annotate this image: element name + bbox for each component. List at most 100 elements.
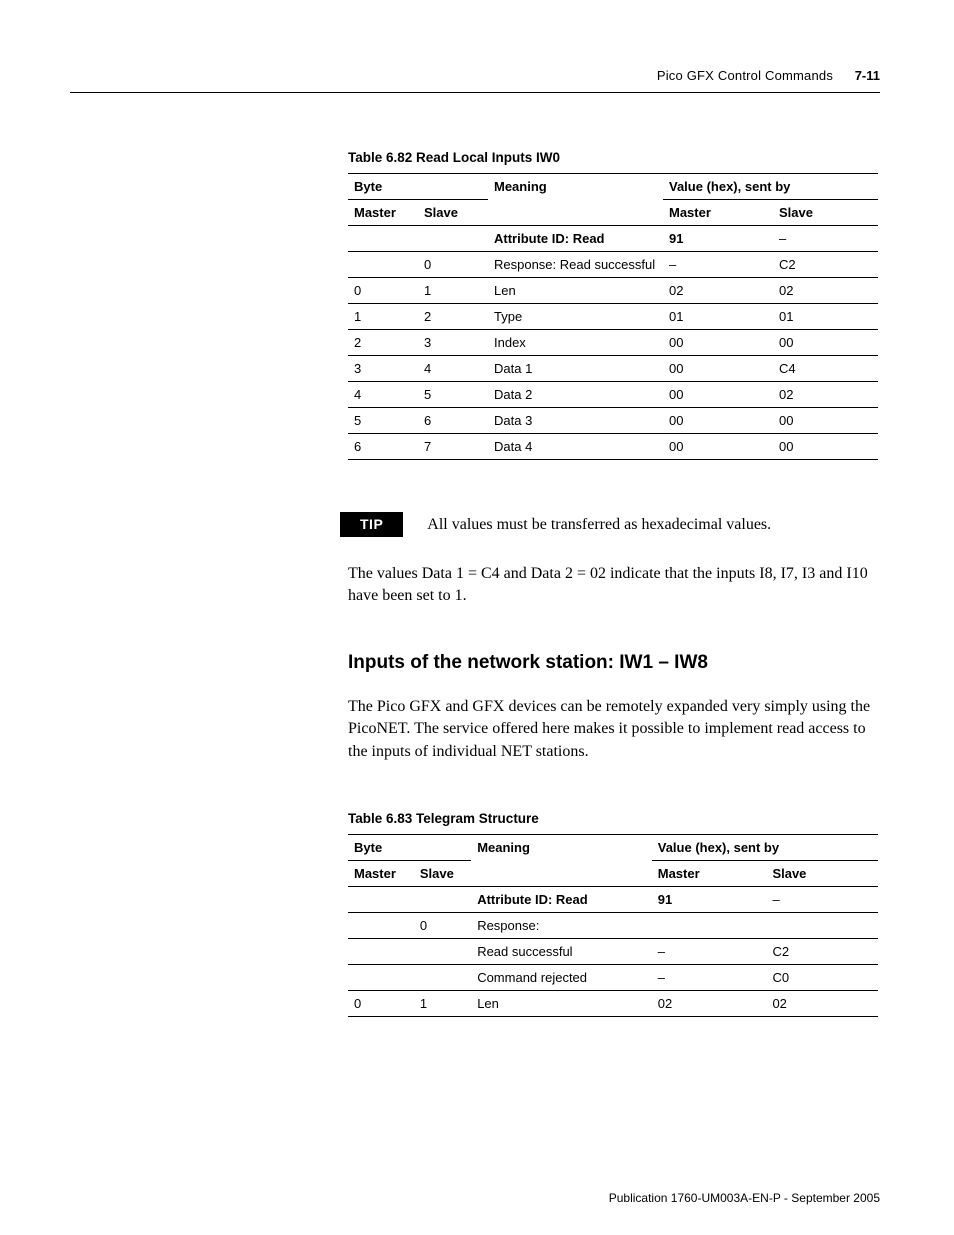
cell: 00 (773, 408, 878, 434)
table-row: 3 4 Data 1 00 C4 (348, 356, 878, 382)
cell (348, 912, 414, 938)
cell (652, 912, 767, 938)
table2-caption: Table 6.83 Telegram Structure (348, 811, 880, 826)
cell (418, 226, 488, 252)
cell: 2 (348, 330, 418, 356)
cell (348, 252, 418, 278)
cell: 02 (766, 990, 878, 1016)
cell: 00 (663, 330, 773, 356)
cell: 02 (652, 990, 767, 1016)
cell: Type (488, 304, 663, 330)
table-row: Attribute ID: Read 91 – (348, 886, 878, 912)
cell: Read successful (471, 938, 652, 964)
table-row: Byte Meaning Value (hex), sent by (348, 834, 878, 860)
cell: 0 (348, 990, 414, 1016)
table-row: 2 3 Index 00 00 (348, 330, 878, 356)
cell: C2 (773, 252, 878, 278)
cell (348, 938, 414, 964)
table-row: 0 1 Len 02 02 (348, 278, 878, 304)
cell (414, 886, 471, 912)
th-meaning: Meaning (471, 834, 652, 886)
cell (348, 226, 418, 252)
table-telegram-structure: Byte Meaning Value (hex), sent by Master… (348, 834, 878, 1017)
th-slave: Slave (418, 200, 488, 226)
th-slave: Slave (414, 860, 471, 886)
table-row: 4 5 Data 2 00 02 (348, 382, 878, 408)
cell: 0 (348, 278, 418, 304)
cell: Data 4 (488, 434, 663, 460)
cell: 4 (418, 356, 488, 382)
th-master: Master (348, 200, 418, 226)
table-row: Command rejected – C0 (348, 964, 878, 990)
cell: 2 (418, 304, 488, 330)
th-byte: Byte (348, 834, 471, 860)
cell (766, 912, 878, 938)
cell: 91 (663, 226, 773, 252)
cell: 00 (773, 434, 878, 460)
cell: 6 (418, 408, 488, 434)
table-row: Byte Meaning Value (hex), sent by (348, 174, 878, 200)
table-row: Read successful – C2 (348, 938, 878, 964)
cell: C0 (766, 964, 878, 990)
cell: – (652, 938, 767, 964)
tip-block: TIP All values must be transferred as he… (340, 512, 880, 537)
cell: Len (471, 990, 652, 1016)
cell: 00 (663, 382, 773, 408)
cell: 00 (663, 434, 773, 460)
th-value: Value (hex), sent by (663, 174, 878, 200)
cell: 91 (652, 886, 767, 912)
table-row: 1 2 Type 01 01 (348, 304, 878, 330)
th-master: Master (348, 860, 414, 886)
table-read-local-inputs: Byte Meaning Value (hex), sent by Master… (348, 173, 878, 460)
cell: – (766, 886, 878, 912)
cell: Data 2 (488, 382, 663, 408)
cell: 1 (414, 990, 471, 1016)
cell: 0 (418, 252, 488, 278)
cell: 4 (348, 382, 418, 408)
publication-footer: Publication 1760-UM003A-EN-P - September… (609, 1191, 880, 1205)
body-paragraph: The values Data 1 = C4 and Data 2 = 02 i… (348, 563, 880, 608)
cell: – (773, 226, 878, 252)
cell (348, 964, 414, 990)
table-row: Attribute ID: Read 91 – (348, 226, 878, 252)
cell: Attribute ID: Read (488, 226, 663, 252)
cell: Response: (471, 912, 652, 938)
cell: C2 (766, 938, 878, 964)
cell: Data 1 (488, 356, 663, 382)
th-meaning: Meaning (488, 174, 663, 226)
cell: Data 3 (488, 408, 663, 434)
body-paragraph: The Pico GFX and GFX devices can be remo… (348, 696, 880, 763)
th-vslave: Slave (773, 200, 878, 226)
cell: 3 (348, 356, 418, 382)
cell: Index (488, 330, 663, 356)
th-vmaster: Master (663, 200, 773, 226)
cell: 02 (663, 278, 773, 304)
cell: 6 (348, 434, 418, 460)
cell: 00 (773, 330, 878, 356)
table-row: 0 1 Len 02 02 (348, 990, 878, 1016)
th-value: Value (hex), sent by (652, 834, 878, 860)
cell: C4 (773, 356, 878, 382)
cell: 0 (414, 912, 471, 938)
cell: 1 (418, 278, 488, 304)
cell: 7 (418, 434, 488, 460)
cell: 01 (663, 304, 773, 330)
section-heading: Inputs of the network station: IW1 – IW8 (348, 652, 880, 674)
cell: 5 (348, 408, 418, 434)
cell: 02 (773, 278, 878, 304)
cell: 00 (663, 408, 773, 434)
table1-caption: Table 6.82 Read Local Inputs IW0 (348, 150, 880, 165)
th-byte: Byte (348, 174, 488, 200)
cell: 5 (418, 382, 488, 408)
table-row: 6 7 Data 4 00 00 (348, 434, 878, 460)
cell: Response: Read successful (488, 252, 663, 278)
cell: 02 (773, 382, 878, 408)
cell: – (652, 964, 767, 990)
cell (414, 938, 471, 964)
th-vslave: Slave (766, 860, 878, 886)
cell (348, 886, 414, 912)
cell: – (663, 252, 773, 278)
tip-badge: TIP (340, 512, 403, 537)
cell: Command rejected (471, 964, 652, 990)
cell (414, 964, 471, 990)
